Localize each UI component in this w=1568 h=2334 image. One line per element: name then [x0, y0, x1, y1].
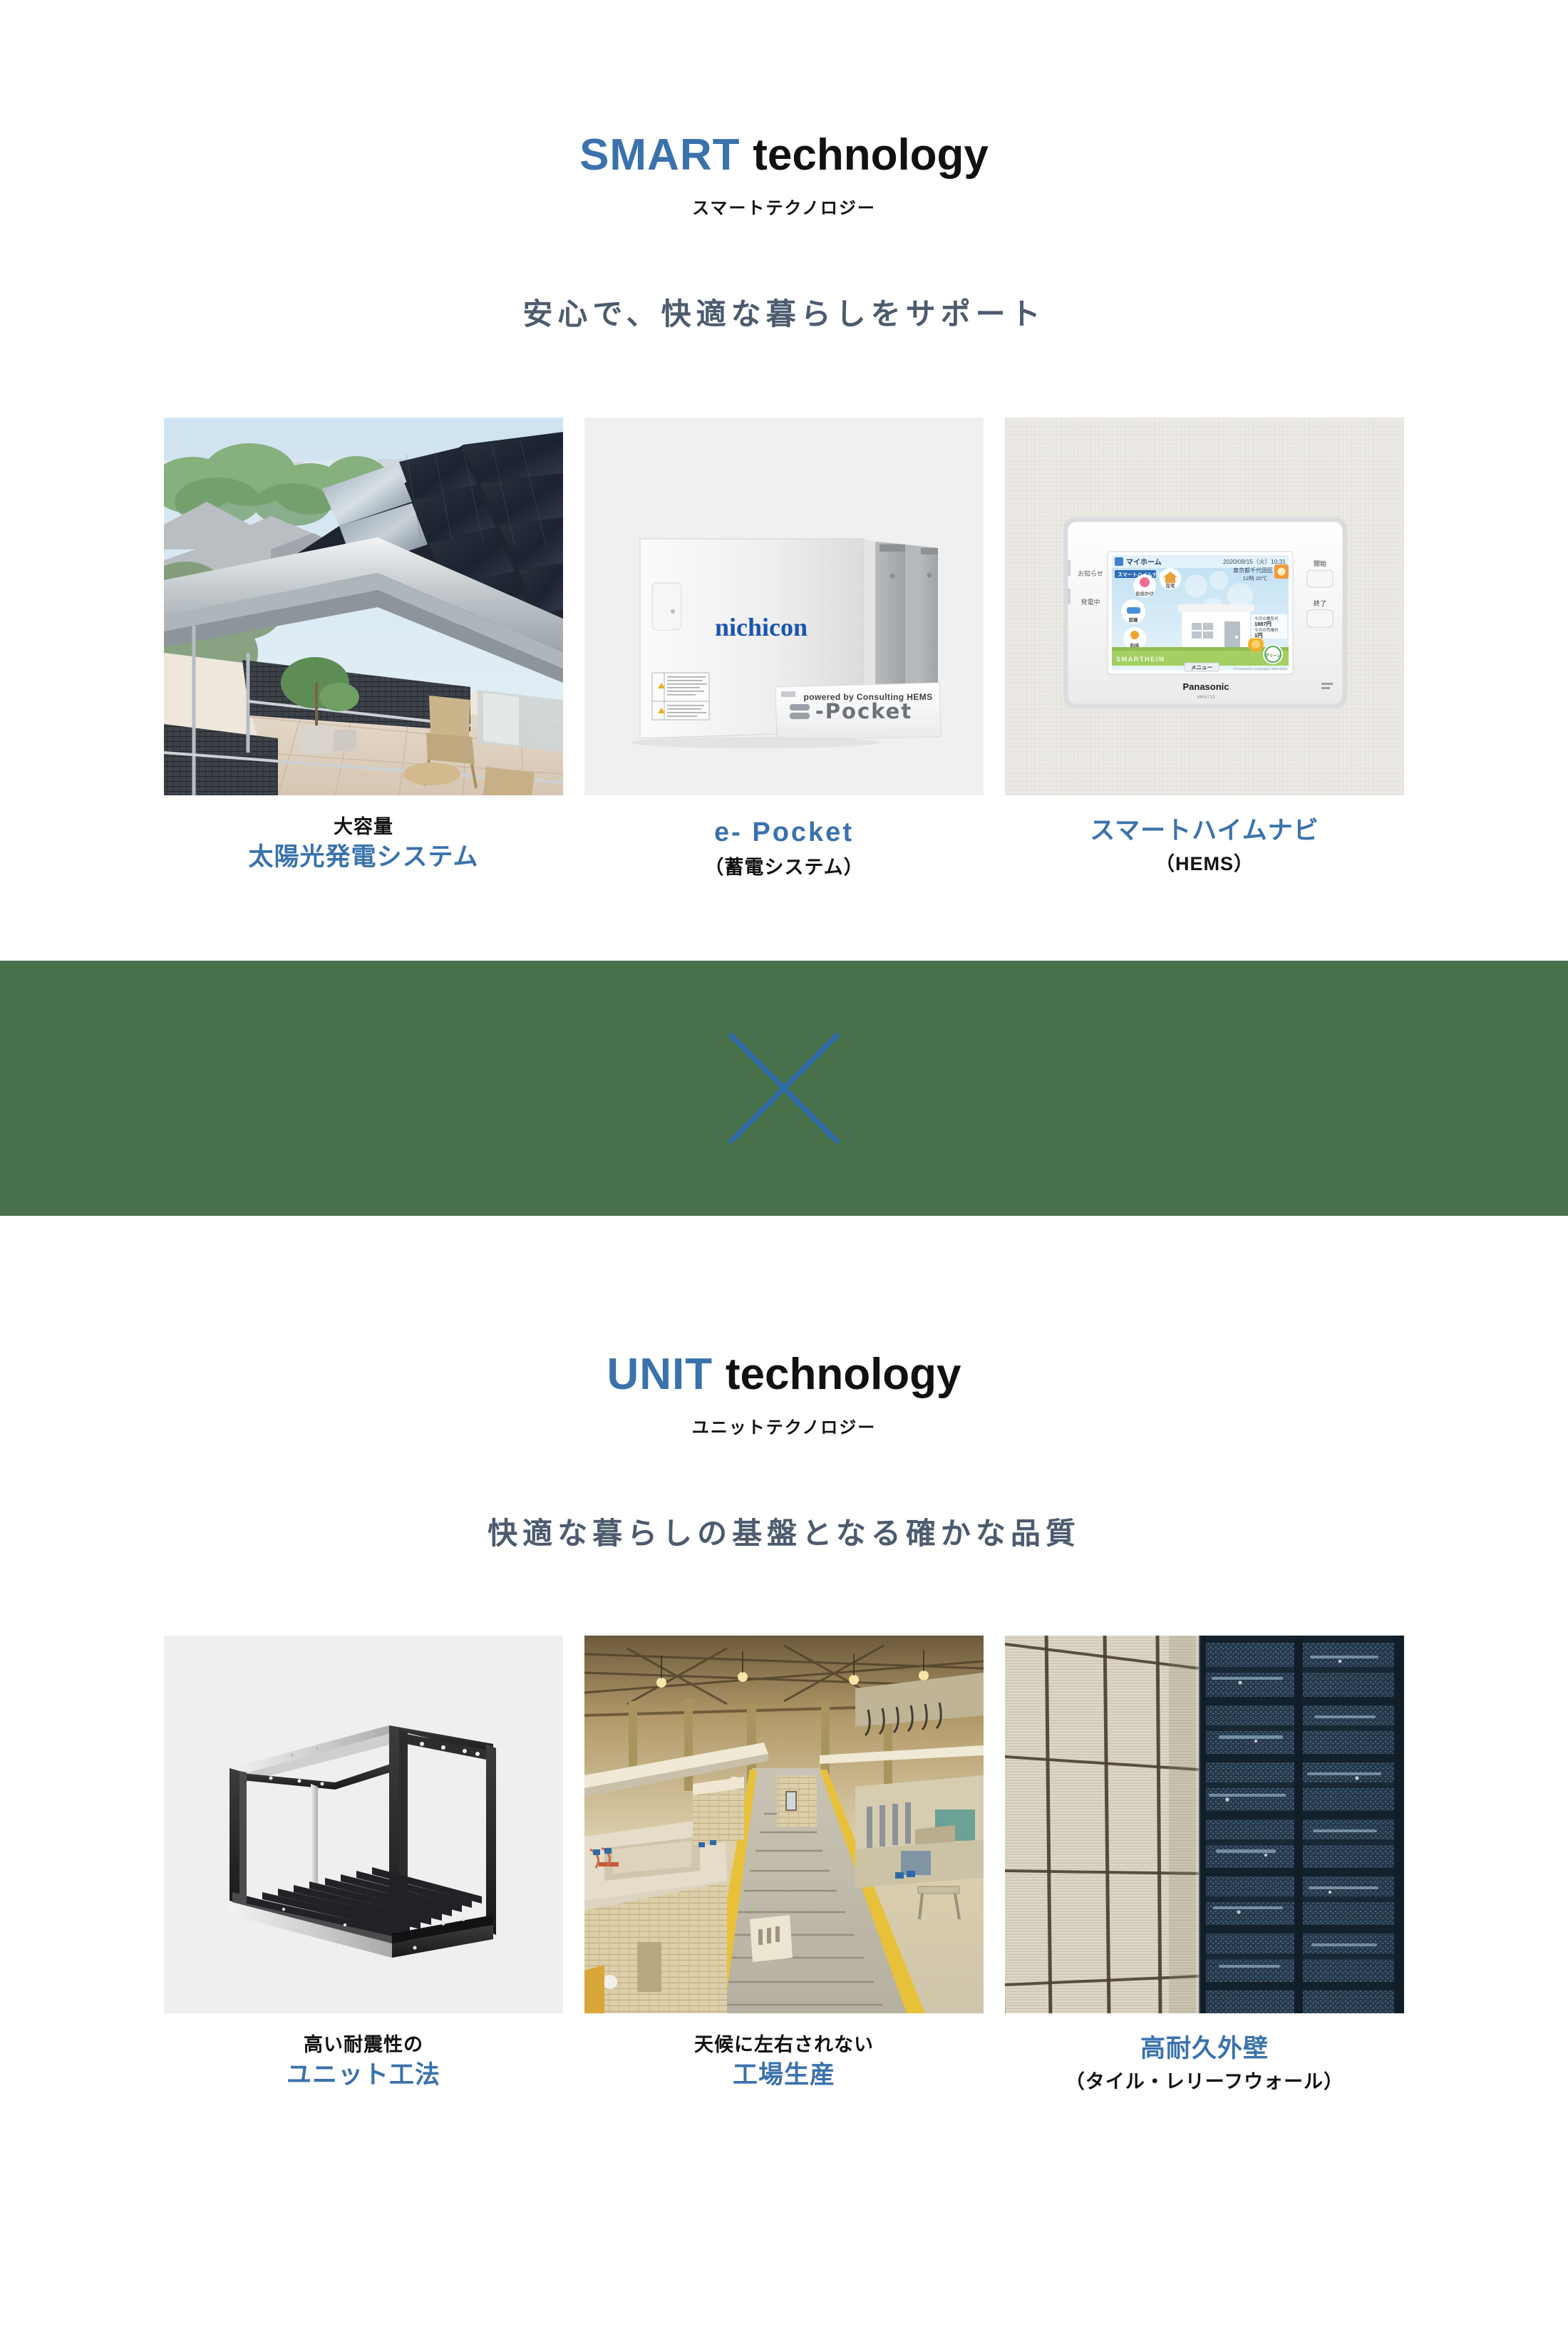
card-factory[interactable]: 天候に左右されない 工場生産: [584, 1635, 984, 2096]
svg-text:-Pocket: -Pocket: [815, 699, 912, 723]
cross-multiply-icon: [728, 1032, 840, 1145]
svg-text:1円: 1円: [1254, 632, 1263, 639]
svg-text:Panasonic: Panasonic: [1182, 681, 1229, 692]
card-unit-method[interactable]: 高い耐震性の ユニット工法: [164, 1635, 563, 2096]
svg-text:powered by Consulting HEMS: powered by Consulting HEMS: [803, 692, 932, 702]
hems-caption-line2: （HEMS）: [1155, 853, 1254, 875]
factory-caption-line1: 天候に左右されない: [694, 2033, 874, 2055]
unit-title-accent: UNIT: [607, 1349, 713, 1399]
smart-title-accent: SMART: [579, 130, 741, 180]
svg-text:2020/09/15（火）10:31: 2020/09/15（火）10:31: [1223, 558, 1286, 565]
epocket-caption-line2: （蓄電システム）: [704, 856, 864, 878]
svg-text:マイホーム: マイホーム: [1126, 558, 1162, 567]
svg-text:開始: 開始: [1314, 559, 1326, 567]
panasonic-hems-wall-panel-photo: マイホーム 2020/09/15（火）10:31 東京都千代田区 12時 20℃…: [1005, 418, 1404, 796]
solar-caption: 大容量 太陽光発電システム: [164, 795, 563, 875]
smart-lead: 安心で、快適な暮らしをサポート: [522, 297, 1046, 331]
section-divider: [0, 960, 1568, 1216]
svg-text:グリーン: グリーン: [1265, 653, 1281, 659]
smart-card-row: 大容量 太陽光発電システム nichicon -Pocket powered b…: [0, 418, 1568, 881]
card-solar[interactable]: 大容量 太陽光発電システム: [164, 418, 563, 881]
unit-title: UNIT technology: [0, 1351, 1568, 1398]
unit-title-plain: technology: [725, 1349, 961, 1399]
svg-text:© Panasonic Corporation 2013-2: © Panasonic Corporation 2013-2020: [1234, 666, 1287, 671]
epocket-caption-line1: e- Pocket: [714, 817, 854, 848]
svg-text:SMARTHEIM: SMARTHEIM: [1116, 656, 1165, 663]
smart-title-plain: technology: [753, 130, 989, 180]
svg-text:MKN713: MKN713: [1197, 695, 1215, 700]
unit-method-caption: 高い耐震性の ユニット工法: [164, 2013, 563, 2093]
factory-caption: 天候に左右されない 工場生産: [584, 2013, 984, 2093]
svg-text:1887円: 1887円: [1254, 621, 1272, 627]
unit-method-caption-line1: 高い耐震性の: [304, 2033, 423, 2055]
hems-caption: スマートハイムナビ （HEMS）: [1005, 795, 1404, 878]
svg-text:12時 20℃: 12時 20℃: [1243, 575, 1268, 582]
epocket-caption: e- Pocket （蓄電システム）: [584, 795, 984, 881]
wall-caption: 高耐久外壁 （タイル・レリーフウォール）: [1005, 2013, 1404, 2096]
section-unit: UNIT technology ユニットテクノロジー 快適な暮らしの基盤となる確…: [0, 1216, 1568, 2181]
unit-method-caption-line2: ユニット工法: [286, 2061, 440, 2090]
unit-title-sub: ユニットテクノロジー: [691, 1418, 877, 1437]
svg-text:メニュー: メニュー: [1191, 664, 1212, 671]
steel-box-frame-unit-photo: [164, 1635, 563, 2013]
svg-text:東京都千代田区: 東京都千代田区: [1233, 567, 1273, 574]
card-hems[interactable]: マイホーム 2020/09/15（火）10:31 東京都千代田区 12時 20℃…: [1005, 418, 1404, 881]
svg-text:お知らせ: お知らせ: [1078, 569, 1103, 577]
section-smart: SMART technology スマートテクノロジー 安心で、快適な暮らしをサ…: [0, 0, 1568, 961]
card-wall[interactable]: 高耐久外壁 （タイル・レリーフウォール）: [1005, 1635, 1404, 2096]
solar-caption-line2: 太陽光発電システム: [248, 843, 479, 872]
card-epocket[interactable]: nichicon -Pocket powered by Consulting H…: [584, 418, 984, 881]
svg-text:nichicon: nichicon: [715, 613, 808, 641]
nichicon-storage-battery-photo: nichicon -Pocket powered by Consulting H…: [584, 418, 984, 796]
unit-card-row: 高い耐震性の ユニット工法 天候に左右されない 工場生産 高耐久外壁 （タイル・…: [0, 1635, 1568, 2096]
svg-text:終了: 終了: [1314, 599, 1326, 607]
smart-title: SMART technology: [0, 132, 1568, 178]
factory-production-line-photo: [584, 1635, 984, 2013]
exterior-tile-wall-photo: [1005, 1635, 1404, 2013]
unit-heading-block: UNIT technology ユニットテクノロジー: [0, 1351, 1568, 1438]
factory-caption-line2: 工場生産: [732, 2061, 835, 2090]
svg-text:在宅: 在宅: [1166, 582, 1175, 589]
solar-panel-roof-photo: [164, 418, 563, 796]
wall-caption-line2: （タイル・レリーフウォール）: [1065, 2071, 1344, 2093]
wall-caption-line1: 高耐久外壁: [1140, 2034, 1269, 2062]
svg-text:お出かけ: お出かけ: [1135, 590, 1154, 597]
page-root: SMART technology スマートテクノロジー 安心で、快適な暮らしをサ…: [0, 0, 1568, 2334]
solar-caption-line1: 大容量: [334, 816, 393, 838]
svg-text:発電中: 発電中: [1080, 598, 1100, 606]
hems-caption-line1: スマートハイムナビ: [1090, 817, 1319, 845]
smart-title-sub: スマートテクノロジー: [692, 199, 876, 219]
smart-heading-block: SMART technology スマートテクノロジー: [0, 132, 1568, 219]
svg-text:就寝: 就寝: [1129, 616, 1138, 623]
unit-lead: 快適な暮らしの基盤となる確かな品質: [488, 1516, 1080, 1550]
